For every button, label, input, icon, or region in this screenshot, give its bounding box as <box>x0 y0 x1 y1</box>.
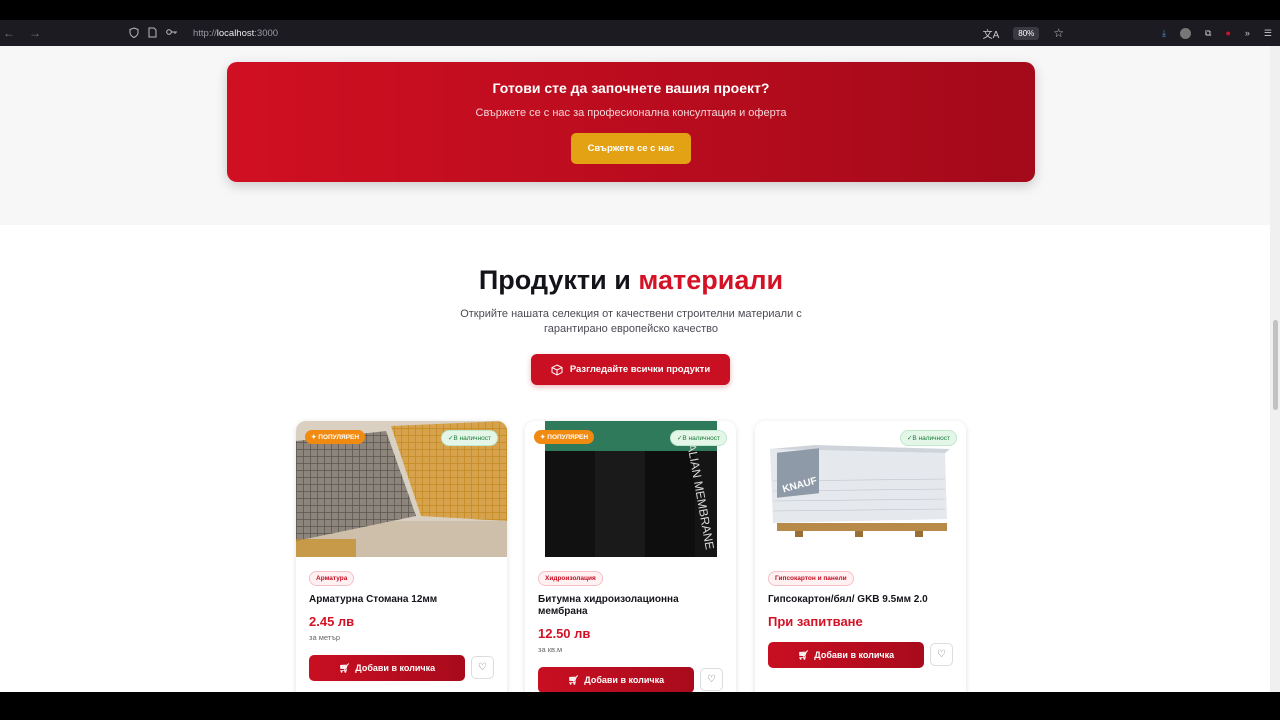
cta-subtitle: Свържете се с нас за професионална консу… <box>475 107 787 119</box>
translate-icon[interactable]: 文A <box>983 26 1000 41</box>
heart-icon: ♡ <box>707 674 716 685</box>
product-card[interactable]: KNAUF ✓В наличност Гипсокартон и панели … <box>755 421 966 692</box>
product-card[interactable]: ✦ ПОПУЛЯРЕН ✓В наличност Арматура Армату… <box>296 421 507 692</box>
forward-arrow-icon[interactable]: → <box>29 26 41 40</box>
section-title: Продукти и материали <box>478 265 784 295</box>
browse-products-button[interactable]: Разгледайте всички продукти <box>531 354 730 385</box>
browser-toolbar: ← → http://localhost:3000 文A 80% ☆ ⤓ ⧉ ●… <box>0 20 1280 46</box>
heart-icon: ♡ <box>937 649 946 660</box>
popular-badge: ✦ ПОПУЛЯРЕН <box>534 430 595 444</box>
cart-icon: 🛒︎ <box>797 649 810 660</box>
box-icon <box>551 363 563 376</box>
page-icon <box>148 27 157 40</box>
product-name[interactable]: Арматурна Стомана 12мм <box>309 594 499 606</box>
section-subtitle: Открийте нашата селекция от качествени с… <box>460 308 802 335</box>
add-to-cart-button[interactable]: 🛒︎ Добави в количка <box>768 642 924 668</box>
shield-icon[interactable] <box>129 26 139 40</box>
heart-icon: ♡ <box>478 662 487 673</box>
favorite-button[interactable]: ♡ <box>930 643 953 666</box>
in-stock-badge: ✓В наличност <box>669 430 727 446</box>
cta-title: Готови сте да започнете вашия проект? <box>492 80 770 96</box>
product-price: 2.45 лв <box>309 614 355 629</box>
popular-badge: ✦ ПОПУЛЯРЕН <box>305 430 366 444</box>
address-bar[interactable]: http://localhost:3000 <box>193 28 278 39</box>
extensions-icon[interactable]: ⧉ <box>1205 28 1211 39</box>
download-icon[interactable]: ⤓ <box>1162 28 1166 39</box>
cta-banner: Готови сте да започнете вашия проект? Св… <box>227 62 1035 182</box>
contact-button[interactable]: Свържете се с нас <box>570 133 692 164</box>
product-card[interactable]: ITALIAN MEMBRANE EGA P ✦ ПОПУЛЯРЕН ✓В на… <box>525 421 736 692</box>
zoom-level[interactable]: 80% <box>1013 26 1040 40</box>
favorite-button[interactable]: ♡ <box>700 668 723 691</box>
category-tag[interactable]: Хидроизолация <box>538 571 603 586</box>
product-name[interactable]: Гипсокартон/бял/ GKB 9.5мм 2.0 <box>768 594 958 606</box>
page-viewport: Готови сте да започнете вашия проект? Св… <box>0 46 1270 692</box>
in-stock-badge: ✓В наличност <box>440 430 498 446</box>
price-unit: за метър <box>309 633 341 642</box>
product-price: При запитване <box>768 614 863 629</box>
product-name[interactable]: Битумна хидроизолационна мембрана <box>538 594 728 618</box>
category-tag[interactable]: Гипсокартон и панели <box>768 571 854 586</box>
cart-icon: 🛒︎ <box>338 662 351 673</box>
star-icon[interactable]: ☆ <box>1053 26 1064 40</box>
menu-icon[interactable]: ☰ <box>1264 28 1272 39</box>
favorite-button[interactable]: ♡ <box>471 656 494 679</box>
overflow-icon[interactable]: » <box>1245 28 1250 38</box>
key-icon[interactable] <box>166 28 178 38</box>
add-to-cart-button[interactable]: 🛒︎ Добави в количка <box>538 667 694 692</box>
back-arrow-icon[interactable]: ← <box>3 26 15 40</box>
product-price: 12.50 лв <box>538 626 591 641</box>
in-stock-badge: ✓В наличност <box>899 430 957 446</box>
price-unit: за кв.м <box>538 645 563 654</box>
products-section: Продукти и материали Открийте нашата сел… <box>0 225 1270 692</box>
window-bottom-strip <box>0 692 1280 720</box>
add-to-cart-button[interactable]: 🛒︎ Добави в количка <box>309 655 465 681</box>
cart-icon: 🛒︎ <box>567 674 580 685</box>
profile-icon[interactable] <box>1180 27 1192 39</box>
category-tag[interactable]: Арматура <box>309 571 355 586</box>
addon-icon[interactable]: ● <box>1225 28 1230 38</box>
scrollbar-thumb[interactable] <box>1273 320 1278 410</box>
